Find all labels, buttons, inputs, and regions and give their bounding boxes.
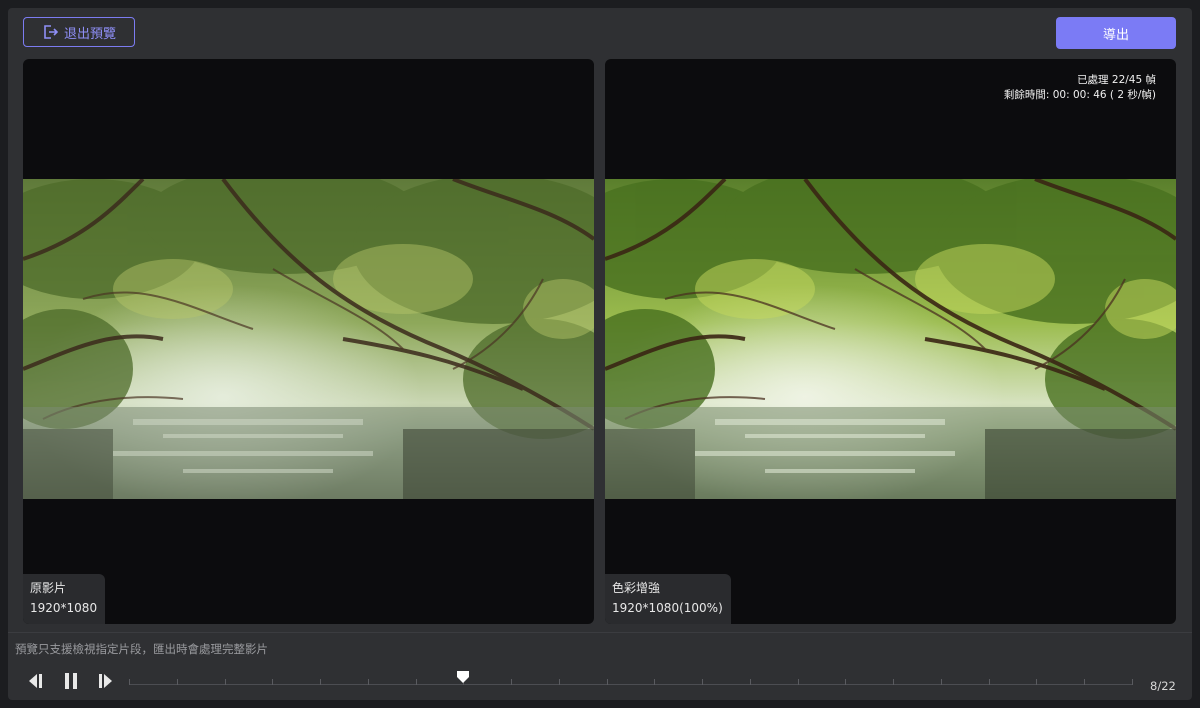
original-resolution: 1920*1080: [30, 601, 98, 615]
timeline-tick: [559, 679, 560, 685]
scrubber-handle-icon: [456, 669, 470, 688]
processing-status: 已處理 22/45 幀 剩餘時間: 00: 00: 46 ( 2 秒/幀): [1004, 73, 1156, 103]
timeline-tick: [368, 679, 369, 685]
enhanced-caption: 色彩增強 1920*1080(100%): [605, 574, 731, 624]
step-back-button[interactable]: [26, 672, 44, 694]
original-caption: 原影片 1920*1080: [23, 574, 106, 624]
timeline-tick: [750, 679, 751, 685]
step-forward-button[interactable]: [97, 672, 115, 694]
exit-preview-button[interactable]: 退出預覽: [23, 17, 135, 47]
timeline-tick: [416, 679, 417, 685]
timeline-tick: [845, 679, 846, 685]
original-video-frame: [23, 179, 594, 499]
timeline-tick: [989, 679, 990, 685]
pause-icon: [62, 673, 80, 694]
timeline-tick: [1084, 679, 1085, 685]
playback-bar: 預覽只支援檢視指定片段，匯出時會處理完整影片 8/22: [8, 632, 1192, 700]
step-forward-icon: [97, 674, 115, 694]
timeline-scrubber[interactable]: [456, 669, 470, 688]
exit-icon: [42, 24, 58, 40]
enhanced-resolution: 1920*1080(100%): [612, 601, 723, 615]
enhanced-video-frame: [605, 179, 1176, 499]
timeline-tick: [1132, 679, 1133, 685]
export-button[interactable]: 導出: [1056, 17, 1176, 49]
original-preview-panel: 原影片 1920*1080: [23, 59, 594, 624]
timeline-tick: [129, 679, 130, 685]
timeline-tick: [941, 679, 942, 685]
enhanced-preview-panel: 已處理 22/45 幀 剩餘時間: 00: 00: 46 ( 2 秒/幀) 色彩…: [605, 59, 1176, 624]
remaining-time: 剩餘時間: 00: 00: 46 ( 2 秒/幀): [1003, 89, 1156, 101]
processed-frames: 已處理 22/45 幀: [1077, 74, 1156, 86]
timeline-tick: [511, 679, 512, 685]
timeline-tick: [1036, 679, 1037, 685]
toolbar: 退出預覽 導出: [8, 8, 1192, 58]
preview-notice: 預覽只支援檢視指定片段，匯出時會處理完整影片: [15, 642, 268, 656]
frame-counter: 8/22: [1150, 679, 1176, 693]
timeline-tick: [272, 679, 273, 685]
step-back-icon: [26, 674, 44, 694]
timeline-tick: [702, 679, 703, 685]
exit-preview-label: 退出預覽: [63, 26, 116, 42]
timeline-tick: [225, 679, 226, 685]
enhanced-title: 色彩增強: [612, 581, 661, 595]
timeline-tick: [893, 679, 894, 685]
timeline-tick: [320, 679, 321, 685]
timeline-tick: [607, 679, 608, 685]
preview-window: 退出預覽 導出 原影片 1920*1080 已處理 22/45 幀 剩餘時間: …: [8, 8, 1192, 700]
timeline-slider[interactable]: [129, 671, 1133, 691]
timeline-tick: [798, 679, 799, 685]
timeline-tick: [654, 679, 655, 685]
timeline-tick: [177, 679, 178, 685]
original-title: 原影片: [30, 581, 67, 595]
timeline-track: [129, 684, 1133, 685]
pause-button[interactable]: [62, 672, 80, 694]
